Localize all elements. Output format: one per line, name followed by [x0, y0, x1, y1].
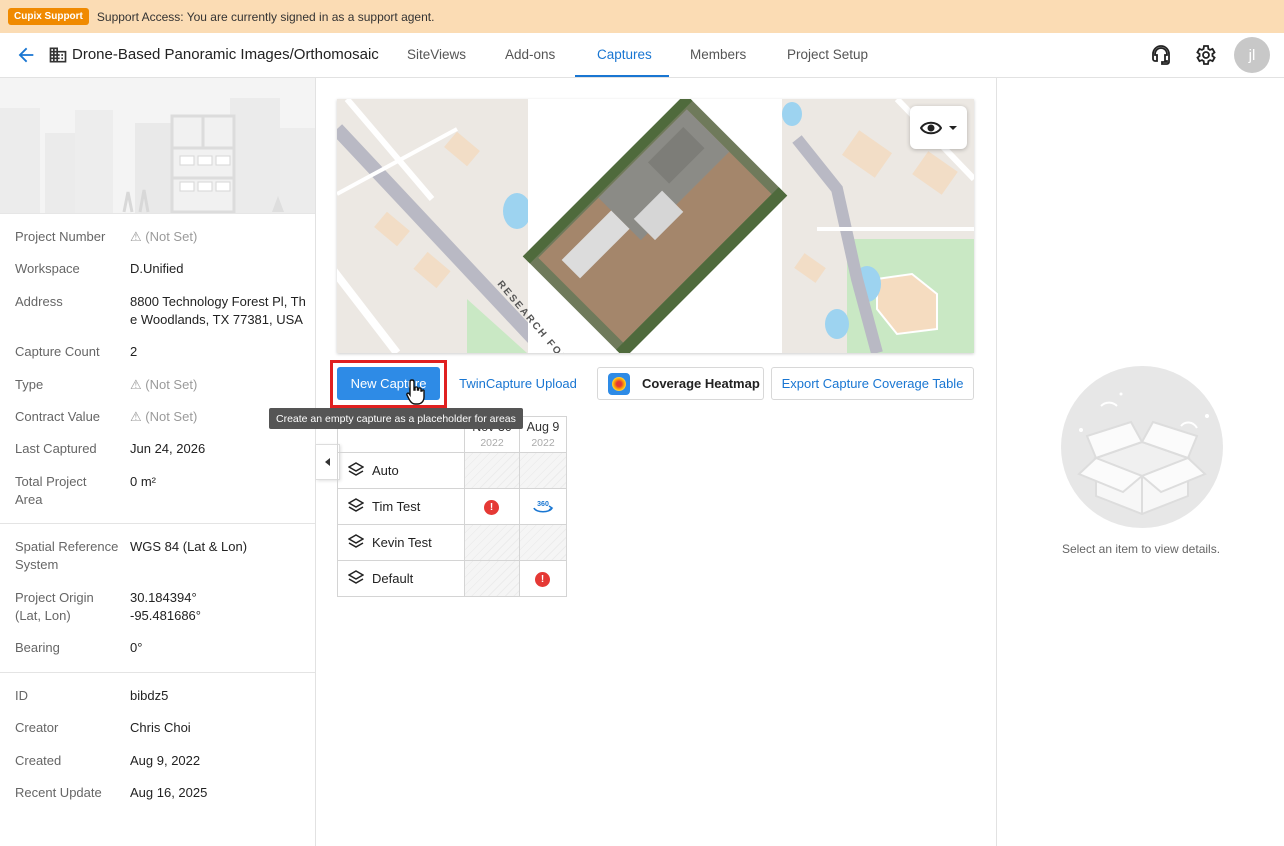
label-workspace: Workspace — [15, 261, 80, 276]
building-icon — [49, 47, 67, 63]
value-origin-lon: -95.481686° — [130, 608, 201, 623]
tab-siteviews[interactable]: SiteViews — [407, 47, 466, 62]
gear-icon[interactable] — [1193, 43, 1217, 67]
empty-cell[interactable] — [520, 525, 566, 560]
value-creator: Chris Choi — [130, 720, 191, 735]
column-year: 2022 — [531, 437, 555, 449]
eye-icon — [919, 121, 942, 134]
section-divider — [0, 672, 315, 673]
coverage-heatmap-label: Coverage Heatmap — [642, 376, 760, 391]
label-total-project-area: Total Project Area — [15, 474, 87, 507]
tab-add-ons[interactable]: Add-ons — [505, 47, 555, 62]
tab-project-setup[interactable]: Project Setup — [787, 47, 868, 62]
value-workspace: D.Unified — [130, 261, 184, 276]
value-type: ⚠ (Not Set) — [130, 377, 198, 392]
label-address: Address — [15, 294, 63, 309]
tab-captures[interactable]: Captures — [597, 47, 652, 62]
label-last-captured: Last Captured — [15, 441, 97, 456]
twincapture-upload-button[interactable]: TwinCapture Upload — [447, 367, 589, 400]
coverage-heatmap-button[interactable]: Coverage Heatmap — [597, 367, 764, 400]
error-icon[interactable]: ! — [484, 500, 499, 515]
empty-cell[interactable] — [465, 525, 519, 560]
value-project-number: ⚠ (Not Set) — [130, 229, 198, 244]
column-date[interactable]: Aug 9 — [520, 420, 566, 434]
panorama-360-icon[interactable]: 360 — [532, 498, 554, 516]
empty-cell[interactable] — [465, 453, 519, 488]
value-recent-update: Aug 16, 2025 — [130, 785, 208, 800]
empty-cell[interactable] — [465, 561, 519, 596]
support-banner-text: Support Access: You are currently signed… — [96, 9, 435, 24]
user-avatar[interactable]: jl — [1234, 37, 1270, 73]
project-map[interactable]: RESEARCH FOR — [337, 99, 974, 353]
label-recent-update: Recent Update — [15, 785, 102, 800]
value-address: 8800 Technology Forest Pl, The Woodlands… — [130, 294, 306, 327]
value-origin-lat: 30.184394° — [130, 590, 197, 605]
chevron-down-icon — [948, 125, 957, 130]
capture-row-name[interactable]: Auto — [372, 463, 399, 478]
capture-row-name[interactable]: Kevin Test — [372, 535, 432, 550]
details-panel: Select an item to view details. — [996, 78, 1284, 846]
map-canvas: RESEARCH FOR — [337, 99, 974, 353]
layers-icon — [348, 534, 364, 548]
empty-cell[interactable] — [520, 453, 566, 488]
value-capture-count: 2 — [130, 344, 138, 359]
row-divider — [338, 560, 566, 561]
layers-icon — [348, 570, 364, 584]
panorama-360-label: 360 — [537, 501, 549, 508]
project-cover-illustration — [0, 78, 315, 214]
support-banner: Cupix Support Support Access: You are cu… — [0, 0, 1284, 33]
value-spatial-reference: WGS 84 (Lat & Lon) — [130, 539, 248, 554]
label-spatial-reference: Spatial Reference System — [15, 539, 119, 572]
label-project-origin: Project Origin (Lat, Lon) — [15, 590, 94, 623]
captures-table: Nov 30 2022 Aug 9 2022 Auto Tim Test ! 3… — [337, 416, 567, 597]
capture-row-name[interactable]: Tim Test — [372, 499, 420, 514]
map-visibility-toggle[interactable] — [910, 106, 967, 149]
row-divider — [338, 488, 566, 489]
support-headset-icon[interactable] — [1149, 43, 1173, 67]
label-type: Type — [15, 377, 44, 392]
open-box-icon — [1077, 392, 1209, 516]
empty-state-text: Select an item to view details. — [1061, 542, 1221, 556]
project-title: Drone-Based Panoramic Images/Orthomosaic — [72, 46, 379, 63]
active-tab-indicator — [575, 75, 669, 77]
layers-icon — [348, 462, 364, 476]
empty-state-illustration — [1061, 366, 1223, 528]
hand-cursor-icon — [406, 379, 425, 405]
building-illustration-icon — [0, 98, 315, 213]
label-id: ID — [15, 688, 28, 703]
back-arrow-icon[interactable] — [14, 44, 38, 66]
capture-row-name[interactable]: Default — [372, 571, 413, 586]
caret-left-icon — [324, 458, 330, 466]
label-created: Created — [15, 753, 62, 768]
value-id: bibdz5 — [130, 688, 169, 703]
label-contract-value: Contract Value — [15, 409, 101, 424]
label-project-number: Project Number — [15, 229, 106, 244]
section-divider — [0, 523, 315, 524]
value-last-captured: Jun 24, 2026 — [130, 441, 206, 456]
label-capture-count: Capture Count — [15, 344, 100, 359]
error-icon[interactable]: ! — [535, 572, 550, 587]
value-contract-value: ⚠ (Not Set) — [130, 409, 198, 424]
value-created: Aug 9, 2022 — [130, 753, 201, 768]
value-bearing: 0° — [130, 640, 143, 655]
value-total-project-area: 0 m² — [130, 474, 156, 489]
layers-icon — [348, 498, 364, 512]
top-navigation: Drone-Based Panoramic Images/Orthomosaic… — [0, 33, 1284, 78]
highlight-frame — [330, 360, 447, 408]
new-capture-tooltip: Create an empty capture as a placeholder… — [269, 408, 523, 429]
tab-members[interactable]: Members — [690, 47, 746, 62]
column-year: 2022 — [480, 437, 504, 449]
export-coverage-table-button[interactable]: Export Capture Coverage Table — [771, 367, 974, 400]
label-bearing: Bearing — [15, 640, 60, 655]
label-creator: Creator — [15, 720, 59, 735]
heatmap-icon — [608, 372, 630, 395]
project-details-panel: Project Number ⚠ (Not Set) Workspace D.U… — [0, 78, 316, 846]
support-badge: Cupix Support — [8, 8, 89, 25]
